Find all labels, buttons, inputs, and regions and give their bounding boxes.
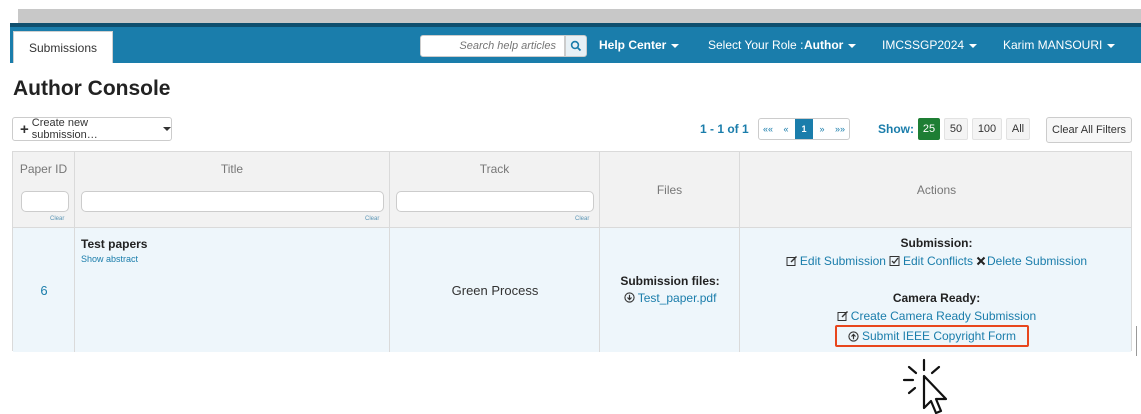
clear-all-filters-button[interactable]: Clear All Filters bbox=[1046, 117, 1132, 143]
edit-submission-label: Edit Submission bbox=[799, 254, 886, 268]
chevron-down-icon bbox=[969, 43, 978, 48]
close-icon bbox=[976, 256, 986, 266]
chevron-down-icon bbox=[1107, 43, 1116, 48]
top-strip bbox=[18, 9, 1141, 23]
current-page-button[interactable]: 1 bbox=[795, 119, 813, 139]
show-label: Show: bbox=[878, 122, 914, 136]
file-name: Test_paper.pdf bbox=[637, 291, 717, 305]
edit-conflicts-link[interactable]: Edit Conflicts bbox=[889, 254, 973, 268]
search-icon bbox=[570, 40, 582, 52]
checkbox-icon bbox=[889, 256, 900, 266]
tab-submissions[interactable]: Submissions bbox=[13, 31, 113, 63]
help-center-label: Help Center bbox=[599, 38, 667, 52]
help-search-box[interactable] bbox=[420, 35, 565, 57]
show-50-button[interactable]: 50 bbox=[944, 118, 968, 140]
create-camera-ready-label: Create Camera Ready Submission bbox=[850, 309, 1037, 323]
table-header: Paper ID Clear Title Clear Track Clear F… bbox=[13, 152, 1131, 228]
camera-ready-actions: Create Camera Ready Submission bbox=[740, 309, 1133, 323]
column-title: Title Clear bbox=[75, 152, 390, 227]
column-header-actions: Actions bbox=[916, 183, 957, 197]
top-navbar: Submissions Help Center Select Your Role… bbox=[10, 23, 1141, 63]
column-header-files: Files bbox=[656, 183, 683, 197]
chevron-down-icon bbox=[671, 43, 680, 48]
role-label: Select Your Role : bbox=[708, 38, 804, 52]
edit-submission-link[interactable]: Edit Submission bbox=[786, 254, 886, 268]
delete-submission-link[interactable]: Delete Submission bbox=[976, 254, 1087, 268]
column-header-track: Track bbox=[479, 162, 510, 176]
paper-id-link[interactable]: 6 bbox=[13, 283, 75, 298]
show-100-button[interactable]: 100 bbox=[972, 118, 1002, 140]
create-camera-ready-link[interactable]: Create Camera Ready Submission bbox=[837, 309, 1036, 323]
role-menu[interactable]: Author bbox=[804, 36, 857, 54]
column-paper-id: Paper ID Clear bbox=[13, 152, 75, 227]
track-value: Green Process bbox=[451, 283, 539, 298]
help-search-input[interactable] bbox=[421, 36, 564, 56]
help-center-menu[interactable]: Help Center bbox=[599, 36, 680, 54]
edge-divider bbox=[1136, 326, 1137, 356]
user-name: Karim MANSOURI bbox=[1003, 38, 1103, 52]
create-submission-button[interactable]: + Create new submission… bbox=[12, 117, 172, 141]
column-header-title: Title bbox=[220, 162, 244, 176]
paper-id-filter-input[interactable] bbox=[21, 191, 69, 212]
conference-menu[interactable]: IMCSSGP2024 bbox=[882, 36, 978, 54]
submission-files-heading: Submission files: bbox=[620, 274, 720, 288]
column-actions: Actions bbox=[740, 152, 1133, 227]
next-page-button[interactable]: » bbox=[813, 119, 831, 139]
clear-title-filter[interactable]: Clear bbox=[365, 216, 379, 222]
column-header-paper-id: Paper ID bbox=[19, 162, 68, 176]
camera-ready-heading: Camera Ready: bbox=[892, 291, 981, 305]
paper-title: Test papers bbox=[81, 237, 148, 251]
submission-heading: Submission: bbox=[900, 236, 973, 250]
edit-conflicts-label: Edit Conflicts bbox=[902, 254, 973, 268]
page-title: Author Console bbox=[13, 77, 171, 100]
clear-track-filter[interactable]: Clear bbox=[575, 216, 589, 222]
conference-name: IMCSSGP2024 bbox=[882, 38, 965, 52]
column-track: Track Clear bbox=[390, 152, 600, 227]
download-circle-icon bbox=[623, 292, 635, 303]
upload-circle-icon bbox=[848, 330, 859, 342]
search-button[interactable] bbox=[565, 35, 587, 57]
prev-page-button[interactable]: « bbox=[777, 119, 795, 139]
edit-icon bbox=[837, 311, 848, 321]
copyright-form-label: Submit IEEE Copyright Form bbox=[861, 329, 1017, 343]
plus-icon: + bbox=[20, 120, 29, 138]
show-25-button[interactable]: 25 bbox=[918, 118, 940, 140]
show-all-button[interactable]: All bbox=[1006, 118, 1030, 140]
title-filter-input[interactable] bbox=[81, 191, 384, 212]
role-value: Author bbox=[804, 38, 844, 52]
column-files: Files bbox=[600, 152, 740, 227]
show-abstract-link[interactable]: Show abstract bbox=[81, 254, 138, 264]
submissions-table: Paper ID Clear Title Clear Track Clear F… bbox=[12, 151, 1133, 352]
clear-paper-id-filter[interactable]: Clear bbox=[50, 216, 64, 222]
delete-submission-label: Delete Submission bbox=[987, 254, 1088, 268]
chevron-down-icon bbox=[848, 43, 857, 48]
edit-icon bbox=[786, 256, 797, 266]
file-download-link[interactable]: Test_paper.pdf bbox=[600, 291, 740, 305]
chevron-down-icon bbox=[163, 127, 171, 131]
click-cursor-icon bbox=[902, 358, 948, 414]
track-filter-input[interactable] bbox=[396, 191, 594, 212]
submission-actions: Edit Submission Edit Conflicts Delete Su… bbox=[740, 254, 1133, 268]
first-page-button[interactable]: «« bbox=[759, 119, 777, 139]
pagination: «« « 1 » »» bbox=[758, 118, 850, 140]
create-submission-label: Create new submission… bbox=[31, 117, 98, 141]
cell-divider bbox=[600, 228, 740, 352]
user-menu[interactable]: Karim MANSOURI bbox=[1003, 36, 1116, 54]
submit-copyright-form-link[interactable]: Submit IEEE Copyright Form bbox=[835, 325, 1029, 347]
page-count: 1 - 1 of 1 bbox=[700, 122, 749, 136]
last-page-button[interactable]: »» bbox=[831, 119, 849, 139]
